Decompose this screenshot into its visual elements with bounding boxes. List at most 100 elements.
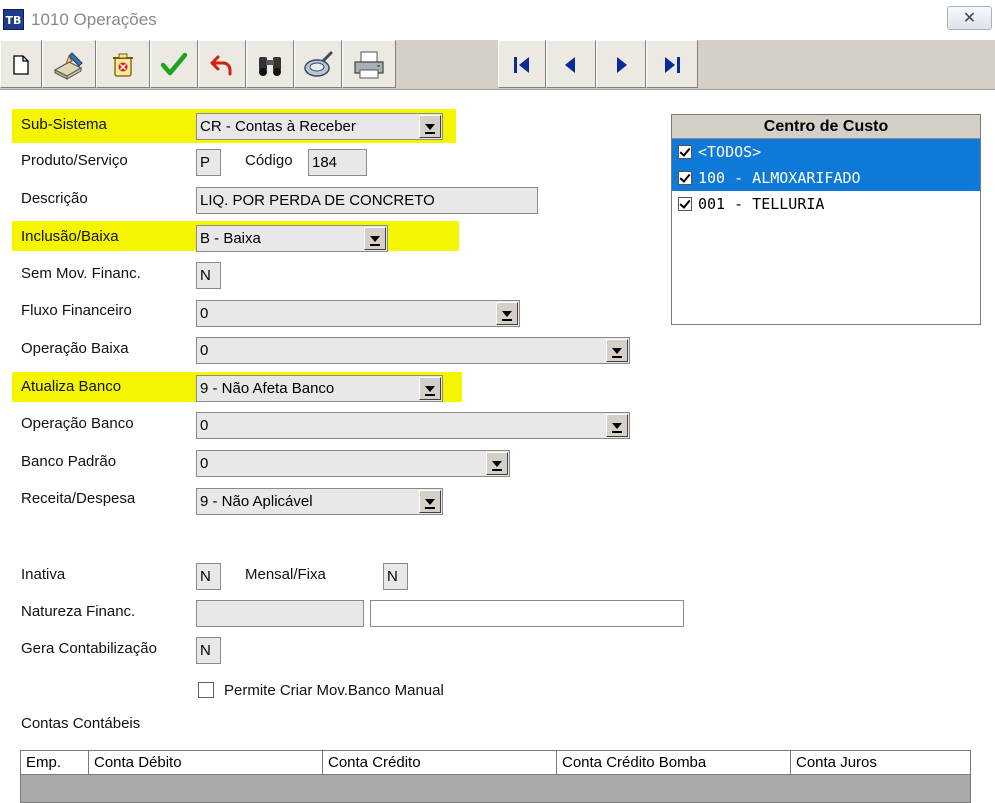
operacao-banco-label: Operação Banco: [21, 415, 134, 432]
sem-mov-financ-label: Sem Mov. Financ.: [21, 265, 141, 282]
print-icon: [352, 51, 386, 78]
atualiza-banco-value: 9 - Não Afeta Banco: [200, 380, 335, 397]
lookup-button[interactable]: [294, 40, 342, 88]
contas-contabeis-label: Contas Contábeis: [21, 715, 141, 732]
search-binoculars-icon: [256, 55, 284, 76]
banco-padrao-label: Banco Padrão: [21, 453, 117, 470]
sub-sistema-label: Sub-Sistema: [21, 116, 107, 133]
centro-custo-item-label: <TODOS>: [698, 143, 762, 161]
contas-contabeis-grid: Emp. Conta Débito Conta Crédito Conta Cr…: [20, 750, 971, 803]
atualiza-banco-label: Atualiza Banco: [21, 378, 122, 395]
fluxo-financeiro-select[interactable]: 0: [196, 300, 520, 327]
column-header-conta-credito[interactable]: Conta Crédito: [323, 751, 557, 775]
mensal-fixa-label: Mensal/Fixa: [245, 566, 326, 583]
banco-padrao-value: 0: [200, 455, 209, 472]
operacao-banco-select[interactable]: 0: [196, 412, 630, 439]
receita-despesa-label: Receita/Despesa: [21, 490, 136, 507]
chevron-down-icon[interactable]: [419, 377, 441, 400]
centro-custo-title: Centro de Custo: [672, 115, 980, 139]
centro-custo-list: Centro de Custo <TODOS> 100 - ALMOXARIFA…: [671, 114, 981, 325]
window-title: 1010 Operações: [31, 10, 157, 29]
produto-servico-field[interactable]: P: [196, 149, 221, 176]
sem-mov-financ-field[interactable]: N: [196, 262, 221, 289]
search-button[interactable]: [246, 40, 294, 88]
descricao-field[interactable]: LIQ. POR PERDA DE CONCRETO: [196, 187, 538, 214]
permite-criar-label: Permite Criar Mov.Banco Manual: [224, 682, 444, 699]
chevron-down-icon[interactable]: [486, 452, 508, 475]
delete-icon: [109, 53, 137, 77]
codigo-field[interactable]: 184: [308, 149, 367, 176]
chevron-down-icon[interactable]: [364, 227, 386, 250]
atualiza-banco-select[interactable]: 9 - Não Afeta Banco: [196, 375, 443, 402]
centro-custo-item-telluria[interactable]: 001 - TELLURIA: [672, 191, 980, 217]
sub-sistema-value: CR - Contas à Receber: [200, 118, 356, 135]
grid-header: Emp. Conta Débito Conta Crédito Conta Cr…: [21, 751, 970, 775]
inclusao-baixa-select[interactable]: B - Baixa: [196, 225, 388, 252]
inclusao-baixa-value: B - Baixa: [200, 230, 261, 247]
checkbox-checked-icon[interactable]: [678, 171, 692, 185]
sub-sistema-select[interactable]: CR - Contas à Receber: [196, 113, 443, 140]
natureza-financ-label: Natureza Financ.: [21, 603, 136, 620]
checkbox-checked-icon[interactable]: [678, 197, 692, 211]
banco-padrao-select[interactable]: 0: [196, 450, 510, 477]
new-document-icon: [12, 54, 30, 75]
operacao-baixa-select[interactable]: 0: [196, 337, 630, 364]
inativa-field[interactable]: N: [196, 563, 221, 590]
operacao-baixa-value: 0: [200, 342, 209, 359]
produto-servico-label: Produto/Serviço: [21, 152, 128, 169]
column-header-conta-debito[interactable]: Conta Débito: [89, 751, 323, 775]
close-button[interactable]: ✕: [947, 6, 992, 30]
column-header-conta-credito-bomba[interactable]: Conta Crédito Bomba: [557, 751, 791, 775]
receita-despesa-select[interactable]: 9 - Não Aplicável: [196, 488, 443, 515]
toolbar-spacer: [396, 40, 498, 88]
centro-custo-item-label: 001 - TELLURIA: [698, 195, 825, 213]
permite-criar-checkbox[interactable]: [198, 682, 214, 698]
inativa-label: Inativa: [21, 566, 66, 583]
edit-button[interactable]: [42, 40, 96, 88]
codigo-label: Código: [245, 152, 293, 169]
previous-record-button[interactable]: [546, 40, 596, 88]
lookup-icon: [302, 51, 334, 77]
receita-despesa-value: 9 - Não Aplicável: [200, 493, 313, 510]
undo-button[interactable]: [198, 40, 246, 88]
title-bar: TB 1010 Operações ✕: [0, 0, 995, 40]
first-record-button[interactable]: [498, 40, 546, 88]
gera-contabilizacao-label: Gera Contabilização: [21, 640, 157, 657]
natureza-financ-description-field[interactable]: [370, 600, 684, 627]
fluxo-financeiro-label: Fluxo Financeiro: [21, 302, 132, 319]
chevron-down-icon[interactable]: [496, 302, 518, 325]
checkbox-checked-icon[interactable]: [678, 145, 692, 159]
toolbar: [0, 40, 995, 90]
first-record-icon: [511, 55, 533, 73]
descricao-label: Descrição: [21, 190, 88, 207]
chevron-down-icon[interactable]: [419, 490, 441, 513]
undo-icon: [209, 55, 235, 75]
mensal-fixa-field[interactable]: N: [383, 563, 408, 590]
operacao-baixa-label: Operação Baixa: [21, 340, 129, 357]
centro-custo-item-label: 100 - ALMOXARIFADO: [698, 169, 861, 187]
operacao-banco-value: 0: [200, 417, 209, 434]
column-header-conta-juros[interactable]: Conta Juros: [791, 751, 970, 775]
gera-contabilizacao-field[interactable]: N: [196, 637, 221, 664]
last-record-icon: [661, 55, 683, 73]
centro-custo-item-almoxarifado[interactable]: 100 - ALMOXARIFADO: [672, 165, 980, 191]
new-button[interactable]: [0, 40, 42, 88]
fluxo-financeiro-value: 0: [200, 305, 209, 322]
chevron-down-icon[interactable]: [606, 339, 628, 362]
app-logo-icon: TB: [3, 9, 24, 30]
delete-button[interactable]: [96, 40, 150, 88]
next-record-button[interactable]: [596, 40, 646, 88]
natureza-financ-code-field[interactable]: [196, 600, 364, 627]
edit-icon: [52, 51, 86, 80]
confirm-button[interactable]: [150, 40, 198, 88]
next-record-icon: [610, 55, 632, 73]
confirm-check-icon: [160, 52, 188, 75]
last-record-button[interactable]: [646, 40, 698, 88]
chevron-down-icon[interactable]: [606, 414, 628, 437]
previous-record-icon: [560, 55, 582, 73]
inclusao-baixa-label: Inclusão/Baixa: [21, 228, 119, 245]
column-header-emp[interactable]: Emp.: [21, 751, 89, 775]
chevron-down-icon[interactable]: [419, 115, 441, 138]
centro-custo-item-todos[interactable]: <TODOS>: [672, 139, 980, 165]
print-button[interactable]: [342, 40, 396, 88]
